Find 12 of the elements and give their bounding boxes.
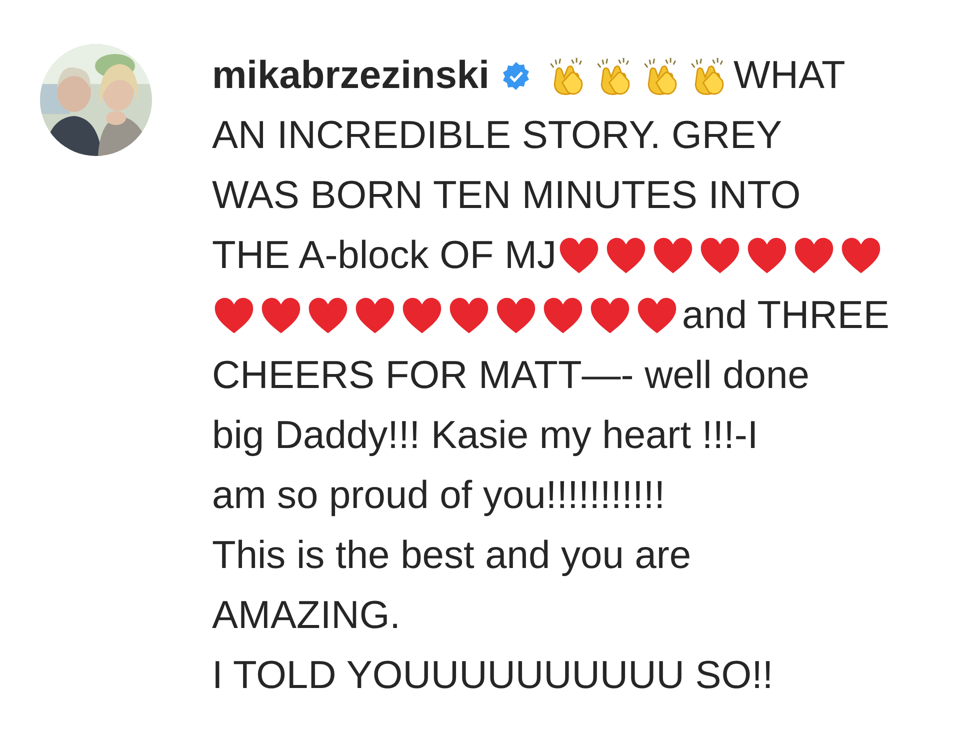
comment-text: am so proud of you!!!!!!!!!!! [212, 474, 666, 518]
comment-text: WHAT [733, 54, 846, 98]
comment-text: and THREE [682, 294, 890, 338]
comment-text: WAS BORN TEN MINUTES INTO [212, 174, 801, 218]
comment-text: AN INCREDIBLE STORY. GREY [212, 114, 782, 158]
comment-text: THE A-block OF MJ [212, 234, 557, 278]
comment-text: big Daddy!!! Kasie my heart !!!-I [212, 414, 758, 458]
comment-text: I TOLD YOUUUUUUUUUU SO!! [212, 654, 774, 698]
comment-text: CHEERS FOR MATT—- well done [212, 354, 810, 398]
username[interactable]: mikabrzezinski [212, 54, 490, 98]
comment-text: This is the best and you are [212, 534, 692, 578]
comment-text: AMAZING. [212, 594, 401, 638]
